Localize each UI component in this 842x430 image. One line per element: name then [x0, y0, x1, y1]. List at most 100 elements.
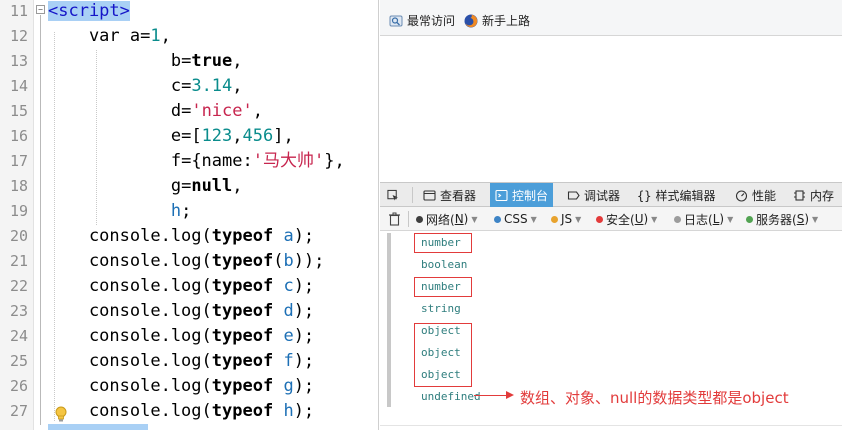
code-line[interactable]: 19 h;: [0, 199, 378, 224]
console-filter-bar: 网络(N) ▼ CSS ▼ JS ▼ 安全(U) ▼ 日志(L) ▼ 服务…: [380, 207, 842, 231]
code-token: typeof: [211, 351, 274, 371]
code-token: h: [283, 401, 294, 421]
line-number: 12: [9, 27, 28, 45]
code-token: );: [293, 401, 315, 421]
code-line[interactable]: 13 b=true,: [0, 49, 378, 74]
security-dot-icon: [596, 215, 603, 223]
code-token: 'nice': [191, 101, 253, 121]
tab-inspector[interactable]: 查看器: [418, 183, 481, 207]
firefox-icon: [464, 14, 478, 27]
filter-close-paren: ): [463, 212, 469, 226]
code-token: ,: [232, 176, 243, 196]
code-token: ,: [252, 101, 263, 121]
pick-element-button[interactable]: [382, 183, 408, 207]
tab-performance[interactable]: 性能: [730, 183, 781, 207]
filter-js[interactable]: JS ▼: [551, 207, 581, 231]
line-number: 23: [9, 302, 28, 320]
code-token: console.log(: [48, 351, 212, 371]
code-token: =: [181, 76, 192, 96]
code-token: );: [293, 301, 315, 321]
tab-memory[interactable]: 内存: [788, 183, 839, 207]
code-token: );: [293, 326, 315, 346]
chevron-down-icon: ▼: [530, 214, 537, 224]
code-token: f: [170, 151, 182, 171]
line-number: 24: [9, 327, 28, 345]
code-line[interactable]: 22 console.log(typeof c);: [0, 274, 378, 299]
line-number: 20: [9, 227, 28, 245]
line-number: 27: [9, 402, 28, 420]
bookmark-new-user[interactable]: 新手上路: [464, 12, 530, 29]
code-editor[interactable]: − 11 <script> 12 var a=1, 13 b=true, 14 c=3.…: [0, 0, 379, 430]
annotation-text: 数组、对象、null的数据类型都是object: [520, 389, 789, 407]
code-line[interactable]: 15 d='nice',: [0, 99, 378, 124]
css-dot-icon: [494, 215, 501, 223]
line-number: 14: [9, 77, 28, 95]
console-output: number boolean number string object object obj…: [380, 231, 842, 430]
annotation-arrow: [474, 395, 508, 396]
trash-icon[interactable]: [388, 212, 401, 226]
code-text: d='nice',: [48, 99, 263, 124]
filter-label: 网络(: [426, 212, 455, 227]
code-token: b: [170, 51, 182, 71]
line-number: 21: [9, 252, 28, 270]
filter-security[interactable]: 安全(U) ▼: [596, 207, 657, 231]
lightbulb-hint-icon[interactable]: [55, 406, 67, 424]
code-line[interactable]: 26 console.log(typeof g);: [0, 374, 378, 399]
line-number: 22: [9, 277, 28, 295]
bookmark-folder-icon: [389, 15, 403, 26]
filter-net[interactable]: 网络(N) ▼: [416, 207, 478, 231]
debugger-icon: [567, 190, 580, 200]
chevron-down-icon: ▼: [651, 214, 658, 224]
tab-debugger[interactable]: 调试器: [562, 183, 625, 207]
tab-console[interactable]: 控制台: [490, 183, 554, 207]
code-line[interactable]: 14 c=3.14,: [0, 74, 378, 99]
code-token: d: [170, 101, 182, 121]
code-token: f: [283, 351, 294, 371]
line-number: 18: [9, 177, 28, 195]
code-line[interactable]: 17 f={name:'马大帅'},: [0, 149, 378, 174]
bookmarks-toolbar: 最常访问 新手上路: [380, 0, 842, 36]
code-text: b=true,: [48, 49, 243, 74]
code-line[interactable]: 21 console.log(typeof(b));: [0, 249, 378, 274]
code-line[interactable]: 24 console.log(typeof e);: [0, 324, 378, 349]
code-token: <script>: [48, 1, 130, 21]
code-token: e: [283, 326, 294, 346]
memory-icon: [794, 189, 805, 201]
code-line[interactable]: 23 console.log(typeof d);: [0, 299, 378, 324]
filter-logging[interactable]: 日志(L) ▼: [674, 207, 733, 231]
chevron-down-icon: ▼: [812, 214, 819, 224]
code-token: a: [129, 26, 141, 46]
code-token: =: [140, 26, 151, 46]
code-text: f={name:'马大帅'},: [48, 149, 345, 174]
code-token: typeof: [211, 301, 274, 321]
code-token: c: [283, 276, 294, 296]
code-token: ,: [232, 76, 243, 96]
code-token: ],: [273, 126, 294, 146]
code-token: console.log(: [48, 226, 212, 246]
code-token: a: [283, 226, 294, 246]
filter-label: JS: [561, 212, 573, 226]
chevron-down-icon: ▼: [727, 214, 734, 224]
code-token: ={name:: [181, 151, 253, 171]
code-line[interactable]: 18 g=null,: [0, 174, 378, 199]
tab-style-editor[interactable]: {} 样式编辑器: [632, 183, 720, 207]
code-token: 3.14: [191, 76, 233, 96]
filter-label: 安全(: [606, 212, 635, 227]
filter-css[interactable]: CSS ▼: [494, 207, 537, 231]
code-line[interactable]: 20 console.log(typeof a);: [0, 224, 378, 249]
code-line[interactable]: 12 var a=1,: [0, 24, 378, 49]
code-line[interactable]: 11 <script>: [0, 0, 378, 24]
code-token: d: [283, 301, 294, 321]
closing-tag-highlight: [48, 424, 148, 430]
code-line[interactable]: 25 console.log(typeof f);: [0, 349, 378, 374]
code-line[interactable]: 16 e=[123,456],: [0, 124, 378, 149]
bookmark-most-visited[interactable]: 最常访问: [389, 12, 455, 29]
filter-server[interactable]: 服务器(S) ▼: [746, 207, 818, 231]
highlight-box-number-2: [414, 277, 472, 297]
console-input[interactable]: [380, 425, 842, 430]
code-text: console.log(typeof e);: [48, 324, 314, 349]
